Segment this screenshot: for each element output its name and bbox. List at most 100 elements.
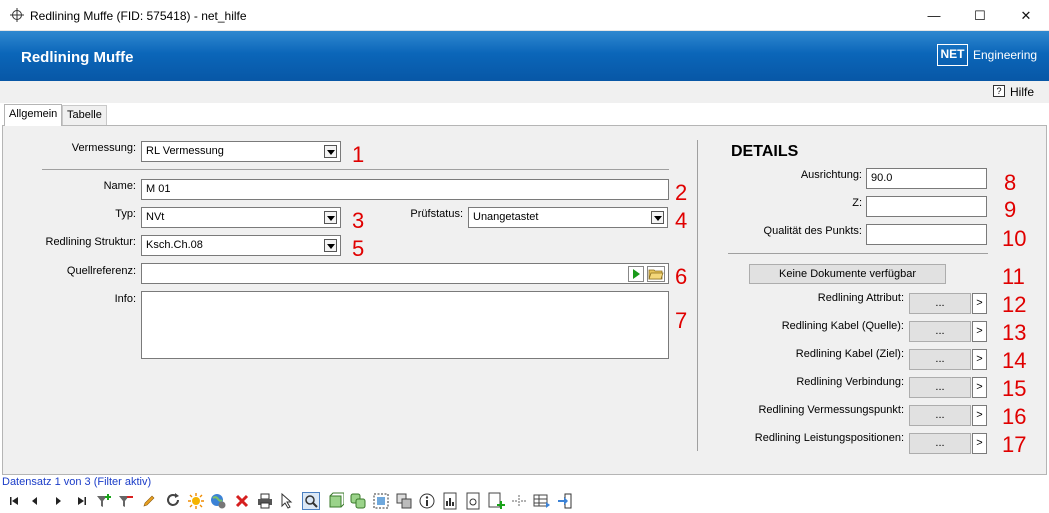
maximize-button[interactable]: ☐ [957, 0, 1003, 31]
info-icon[interactable] [418, 492, 436, 510]
print-icon[interactable] [256, 492, 274, 510]
web-map-icon[interactable] [209, 492, 227, 510]
tab-allgemein[interactable]: Allgemein [4, 104, 63, 126]
delete-icon[interactable] [233, 492, 251, 510]
net-logo: NET [937, 44, 968, 66]
info-textarea[interactable] [141, 291, 669, 359]
folder-open-icon[interactable] [647, 266, 665, 282]
window-title: Redlining Muffe (FID: 575418) - net_hilf… [30, 9, 247, 23]
relation-open-button[interactable]: ... [909, 433, 971, 454]
annotation-number: 12 [1002, 292, 1027, 317]
edit-icon[interactable] [140, 492, 158, 510]
next-record-icon[interactable] [49, 492, 67, 510]
copy-shape-icon[interactable] [349, 492, 367, 510]
report-icon[interactable] [441, 492, 459, 510]
typ-label: Typ: [115, 208, 136, 220]
struktur-label: Redlining Struktur: [45, 236, 137, 248]
relation-navigate-button[interactable]: > [972, 321, 987, 342]
annotation-number: 3 [352, 208, 365, 233]
chevron-down-icon[interactable] [324, 145, 337, 158]
relation-open-button[interactable]: ... [909, 321, 971, 342]
remove-filter-icon[interactable] [117, 492, 135, 510]
highlight-icon[interactable] [187, 492, 205, 510]
annotation-number: 6 [675, 264, 688, 289]
annotation-number: 1 [352, 142, 365, 167]
header-banner: Redlining Muffe NET Engineering [0, 31, 1049, 81]
annotation-number: 11 [1002, 264, 1025, 289]
relation-navigate-button[interactable]: > [972, 349, 987, 370]
relation-label-vermessungspunkt: Redlining Vermessungspunkt: [758, 404, 904, 416]
z-field[interactable] [866, 196, 987, 217]
exit-icon[interactable] [556, 492, 574, 510]
frame-icon[interactable] [372, 492, 390, 510]
table-edit-icon[interactable] [533, 492, 551, 510]
relation-open-button[interactable]: ... [909, 293, 971, 314]
add-filter-icon[interactable] [95, 492, 113, 510]
vermessung-select[interactable]: RL Vermessung [141, 141, 341, 162]
zoom-icon[interactable] [302, 492, 320, 510]
question-icon[interactable]: ? [993, 85, 1005, 97]
annotation-number: 16 [1002, 404, 1027, 429]
chevron-down-icon[interactable] [324, 211, 337, 224]
pruefstatus-value: Unangetastet [473, 211, 539, 223]
vermessung-label: Vermessung: [71, 142, 136, 154]
shape-icon[interactable] [326, 492, 344, 510]
documents-button[interactable]: Keine Dokumente verfügbar [749, 264, 946, 284]
relation-navigate-button[interactable]: > [972, 293, 987, 314]
relation-label-kabel-quelle: Redlining Kabel (Quelle): [781, 320, 904, 332]
typ-select[interactable]: NVt [141, 207, 341, 228]
chevron-down-icon[interactable] [324, 239, 337, 252]
qualitaet-field[interactable] [866, 224, 987, 245]
details-heading: DETAILS [731, 143, 799, 160]
tab-tabelle[interactable]: Tabelle [62, 105, 107, 125]
relation-navigate-button[interactable]: > [972, 405, 987, 426]
annotation-number: 10 [1002, 226, 1027, 251]
net-logo-text: Engineering [973, 48, 1038, 62]
name-field[interactable]: M 01 [141, 179, 669, 200]
ausrichtung-label: Ausrichtung: [800, 169, 862, 181]
last-record-icon[interactable] [72, 492, 90, 510]
divider [728, 253, 988, 254]
select-icon[interactable] [279, 492, 297, 510]
pruefstatus-select[interactable]: Unangetastet [468, 207, 668, 228]
first-record-icon[interactable] [6, 492, 24, 510]
previous-record-icon[interactable] [26, 492, 44, 510]
crosshair-app-icon [10, 8, 24, 22]
chevron-down-icon[interactable] [651, 211, 664, 224]
info-label: Info: [114, 293, 136, 305]
refresh-icon[interactable] [164, 492, 182, 510]
layers-icon[interactable] [395, 492, 413, 510]
quellreferenz-field[interactable] [141, 263, 669, 284]
relation-label-verbindung: Redlining Verbindung: [796, 376, 904, 388]
vermessung-value: RL Vermessung [146, 145, 224, 157]
annotation-number: 5 [352, 236, 365, 261]
struktur-select[interactable]: Ksch.Ch.08 [141, 235, 341, 256]
vertical-divider [697, 140, 698, 451]
annotation-number: 8 [1004, 170, 1017, 195]
title-bar: Redlining Muffe (FID: 575418) - net_hilf… [0, 0, 1049, 31]
annotation-number: 13 [1002, 320, 1027, 345]
relation-label-attribut: Redlining Attribut: [817, 292, 904, 304]
relation-open-button[interactable]: ... [909, 377, 971, 398]
relation-navigate-button[interactable]: > [972, 377, 987, 398]
help-strip: ? Hilfe [0, 81, 1049, 103]
connect-icon[interactable] [510, 492, 528, 510]
annotation-number: 7 [675, 308, 688, 333]
quellreferenz-label: Quellreferenz: [66, 265, 136, 277]
close-button[interactable]: ✕ [1003, 0, 1049, 31]
document-icon[interactable] [464, 492, 482, 510]
minimize-button[interactable]: — [911, 0, 957, 31]
relation-label-leistungspositionen: Redlining Leistungspositionen: [754, 432, 904, 444]
ausrichtung-field[interactable]: 90.0 [866, 168, 987, 189]
help-link[interactable]: Hilfe [1010, 85, 1034, 99]
relation-open-button[interactable]: ... [909, 405, 971, 426]
play-icon[interactable] [628, 266, 644, 282]
relation-navigate-button[interactable]: > [972, 433, 987, 454]
annotation-number: 14 [1002, 348, 1027, 373]
add-document-icon[interactable] [487, 492, 505, 510]
relation-label-kabel-ziel: Redlining Kabel (Ziel): [795, 348, 904, 360]
annotation-number: 9 [1004, 197, 1017, 222]
relation-open-button[interactable]: ... [909, 349, 971, 370]
record-status: Datensatz 1 von 3 (Filter aktiv) [2, 476, 152, 488]
annotation-number: 4 [675, 208, 688, 233]
